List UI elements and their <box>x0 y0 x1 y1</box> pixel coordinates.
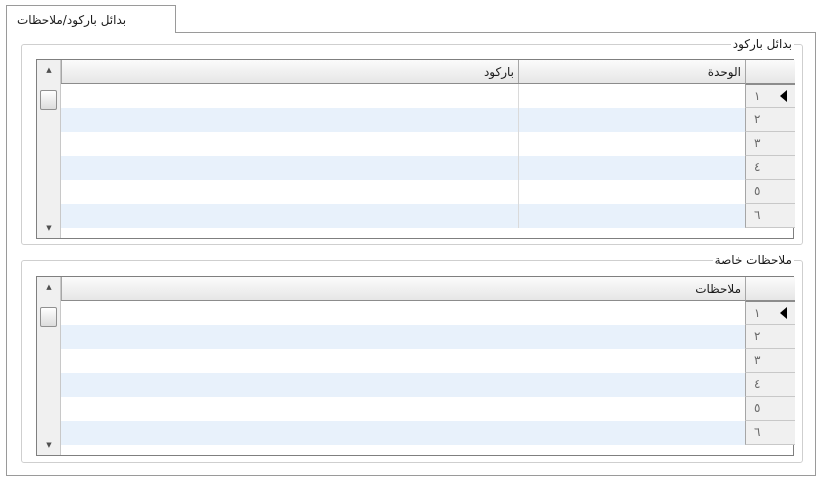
barcode-alternatives-group: بدائل باركود ▲ ▼ باركود الوحدة ١ ٢ ٣ ٤ ٥… <box>21 37 803 245</box>
column-header-notes[interactable]: ملاحظات <box>61 277 745 300</box>
column-header-notes-label: ملاحظات <box>695 281 741 296</box>
barcode-grid[interactable]: ▲ ▼ باركود الوحدة ١ ٢ ٣ ٤ ٥ ٦ <box>36 59 795 239</box>
row-number: ٢ <box>754 112 761 126</box>
row-number: ٥ <box>754 401 761 415</box>
row-number: ٣ <box>754 136 761 150</box>
row-header[interactable]: ٥ <box>745 397 795 421</box>
tab-barcode-notes[interactable]: بدائل باركود/ملاحظات <box>6 5 176 33</box>
column-header-barcode-label: باركود <box>483 64 514 79</box>
current-row-pointer-icon <box>780 307 787 319</box>
row-number: ٥ <box>754 184 761 198</box>
tab-panel: بدائل باركود ▲ ▼ باركود الوحدة ١ ٢ ٣ ٤ ٥… <box>6 32 816 476</box>
notes-grid-header: ملاحظات <box>61 277 745 301</box>
row-header[interactable]: ١ <box>745 84 795 108</box>
table-row[interactable] <box>61 349 745 373</box>
row-number: ٦ <box>754 208 761 222</box>
row-header[interactable]: ٣ <box>745 349 795 373</box>
table-row[interactable] <box>61 204 745 228</box>
row-number: ٣ <box>754 353 761 367</box>
table-row[interactable] <box>61 180 745 204</box>
column-header-barcode[interactable]: باركود <box>61 60 518 83</box>
notes-group-title: ملاحظات خاصة <box>712 253 794 267</box>
barcode-grid-scrollbar[interactable]: ▲ ▼ <box>37 60 61 238</box>
table-row[interactable] <box>61 373 745 397</box>
barcode-grid-header: باركود الوحدة <box>61 60 745 84</box>
special-notes-group: ملاحظات خاصة ▲ ▼ ملاحظات ١ ٢ ٣ ٤ ٥ ٦ <box>21 253 803 463</box>
table-row[interactable] <box>61 156 745 180</box>
column-header-unit[interactable]: الوحدة <box>518 60 745 83</box>
scroll-up-icon[interactable]: ▲ <box>37 279 61 295</box>
row-header[interactable]: ١ <box>745 301 795 325</box>
tab-label: بدائل باركود/ملاحظات <box>17 12 127 27</box>
row-number: ٤ <box>754 160 761 174</box>
row-number: ١ <box>754 89 761 103</box>
current-row-pointer-icon <box>780 90 787 102</box>
table-row[interactable] <box>61 397 745 421</box>
row-header[interactable]: ٣ <box>745 132 795 156</box>
row-header[interactable]: ٦ <box>745 421 795 445</box>
scroll-down-icon[interactable]: ▼ <box>37 437 61 453</box>
notes-grid[interactable]: ▲ ▼ ملاحظات ١ ٢ ٣ ٤ ٥ ٦ <box>36 276 795 456</box>
scroll-thumb[interactable] <box>40 90 57 110</box>
scroll-thumb[interactable] <box>40 307 57 327</box>
table-row[interactable] <box>61 84 745 108</box>
row-header[interactable]: ٥ <box>745 180 795 204</box>
row-number: ٢ <box>754 329 761 343</box>
table-row[interactable] <box>61 421 745 445</box>
row-header[interactable]: ٦ <box>745 204 795 228</box>
row-header[interactable]: ٢ <box>745 108 795 132</box>
barcode-grid-corner <box>745 60 795 84</box>
row-number: ٦ <box>754 425 761 439</box>
scroll-up-icon[interactable]: ▲ <box>37 62 61 78</box>
row-header[interactable]: ٢ <box>745 325 795 349</box>
row-header[interactable]: ٤ <box>745 156 795 180</box>
column-header-unit-label: الوحدة <box>707 64 741 79</box>
scroll-down-icon[interactable]: ▼ <box>37 220 61 236</box>
row-number: ١ <box>754 306 761 320</box>
row-header[interactable]: ٤ <box>745 373 795 397</box>
table-row[interactable] <box>61 132 745 156</box>
notes-grid-corner <box>745 277 795 301</box>
table-row[interactable] <box>61 108 745 132</box>
notes-grid-scrollbar[interactable]: ▲ ▼ <box>37 277 61 455</box>
barcode-group-title: بدائل باركود <box>730 37 794 51</box>
row-number: ٤ <box>754 377 761 391</box>
table-row[interactable] <box>61 301 745 325</box>
table-row[interactable] <box>61 325 745 349</box>
